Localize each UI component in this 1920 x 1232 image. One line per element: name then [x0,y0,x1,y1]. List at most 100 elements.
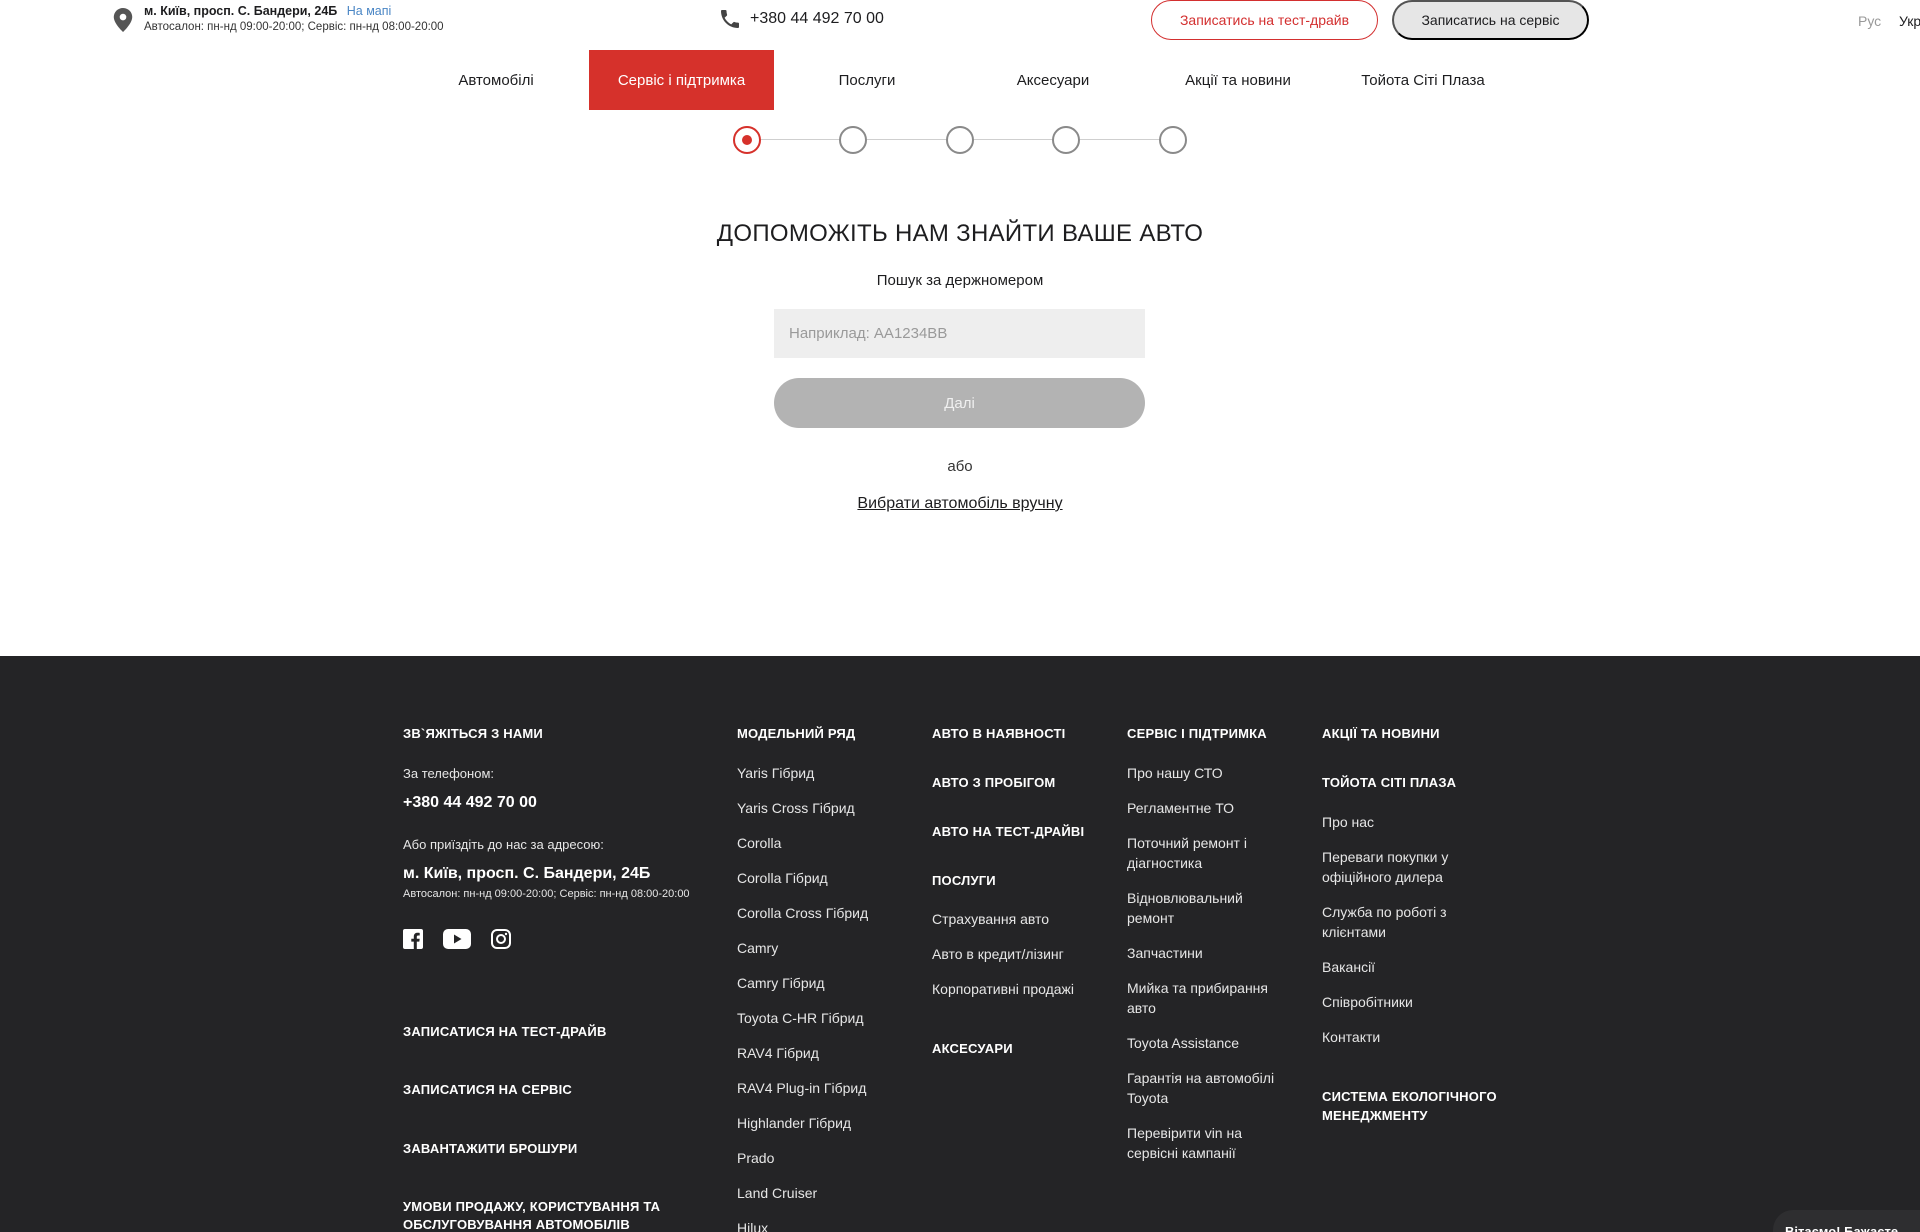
footer-terms-link-line1[interactable]: УМОВИ ПРОДАЖУ, КОРИСТУВАННЯ ТА [403,1199,660,1214]
footer-service-support-title: СЕРВІС І ПІДТРИМКА [1127,726,1267,741]
nav-item-services[interactable]: Послуги [802,50,932,110]
footer-plaza-link[interactable]: Переваги покупки у [1322,847,1448,867]
footer-support-link[interactable]: Поточний ремонт і [1127,833,1247,853]
footer-news-link[interactable]: АКЦІЇ ТА НОВИНИ [1322,726,1440,741]
address-text: м. Київ, просп. С. Бандери, 24Б [144,4,338,18]
footer-address-label: Або приїздіть до нас за адресою: [403,837,604,852]
footer-plaza-link[interactable]: Служба по роботі з [1322,902,1447,922]
footer-testdrive-cars-link[interactable]: АВТО НА ТЕСТ-ДРАЙВІ [932,824,1084,839]
footer-plaza-link[interactable]: Співробітники [1322,992,1413,1012]
footer-model-link[interactable]: Yaris Гібрид [737,763,814,783]
footer-hours: Автосалон: пн-нд 09:00-20:00; Сервіс: пн… [403,888,690,900]
plate-search-label: Пошук за держномером [876,272,1044,289]
plate-number-input[interactable] [774,309,1145,358]
footer-support-link[interactable]: Регламентне ТО [1127,798,1234,818]
footer: ЗВ`ЯЖІТЬСЯ З НАМИ За телефоном: +380 44 … [0,656,1920,1232]
footer-plaza-link[interactable]: Контакти [1322,1027,1380,1047]
footer-model-link[interactable]: RAV4 Гібрид [737,1043,819,1063]
footer-support-link[interactable]: Toyota Assistance [1127,1033,1239,1053]
testdrive-button[interactable]: Записатись на тест-драйв [1151,0,1378,40]
youtube-icon[interactable] [443,929,471,954]
footer-plaza-link[interactable]: клієнтами [1322,922,1386,942]
footer-plaza-link[interactable]: офіційного дилера [1322,867,1443,887]
footer-model-link[interactable]: Hilux [737,1218,768,1232]
manual-select-link[interactable]: Вибрати автомобіль вручну [857,495,1062,512]
footer-service-link[interactable]: ЗАПИСАТИСЯ НА СЕРВІС [403,1082,572,1097]
footer-eco-title-line2[interactable]: МЕНЕДЖМЕНТУ [1322,1108,1428,1123]
footer-support-link[interactable]: сервісні кампанії [1127,1143,1236,1163]
footer-testdrive-link[interactable]: ЗАПИСАТИСЯ НА ТЕСТ-ДРАЙВ [403,1024,607,1039]
phone-icon [721,10,739,28]
footer-service-link[interactable]: Авто в кредит/лізинг [932,944,1064,964]
top-bar: м. Київ, просп. С. Бандери, 24Б На мапі … [0,0,1920,44]
footer-support-link[interactable]: Про нашу СТО [1127,763,1223,783]
footer-phone[interactable]: +380 44 492 70 00 [403,794,537,812]
nav-item-toyota-city-plaza[interactable]: Тойота Сіті Плаза [1355,50,1491,110]
footer-service-link[interactable]: Страхування авто [932,909,1049,929]
footer-model-link[interactable]: Corolla Гібрид [737,868,828,888]
footer-phone-label: За телефоном: [403,766,494,781]
step-2 [839,126,867,154]
footer-support-link[interactable]: Перевірити vin на [1127,1123,1242,1143]
address-line: м. Київ, просп. С. Бандери, 24Б На мапі [144,4,444,18]
step-3 [946,126,974,154]
footer-support-link[interactable]: Запчастини [1127,943,1203,963]
footer-address: м. Київ, просп. С. Бандери, 24Б [403,865,651,882]
footer-support-link[interactable]: Toyota [1127,1088,1168,1108]
service-signup-button[interactable]: Записатись на сервіс [1392,0,1589,40]
footer-model-link[interactable]: Corolla [737,833,781,853]
map-link[interactable]: На мапі [347,4,392,18]
footer-plaza-link[interactable]: Вакансії [1322,957,1375,977]
footer-eco-title-line1[interactable]: СИСТЕМА ЕКОЛОГІЧНОГО [1322,1089,1497,1104]
footer-model-link[interactable]: Toyota C-HR Гібрид [737,1008,864,1028]
address-block: м. Київ, просп. С. Бандери, 24Б На мапі … [113,4,444,33]
next-button[interactable]: Далі [774,378,1145,428]
footer-model-link[interactable]: Camry [737,938,778,958]
footer-services-title[interactable]: ПОСЛУГИ [932,873,996,888]
lang-ru-link[interactable]: Рус [1858,13,1881,29]
footer-plaza-link[interactable]: Про нас [1322,812,1374,832]
lang-ua-link[interactable]: Укр [1899,13,1920,29]
footer-contact-title: ЗВ`ЯЖІТЬСЯ З НАМИ [403,726,543,741]
footer-model-link[interactable]: Camry Гібрид [737,973,825,993]
header-phone-number: +380 44 492 70 00 [750,10,884,27]
footer-model-link[interactable]: Yaris Cross Гібрид [737,798,855,818]
step-4 [1052,126,1080,154]
footer-model-link[interactable]: Highlander Гібрид [737,1113,851,1133]
footer-model-link[interactable]: Corolla Cross Гібрид [737,903,868,923]
footer-model-link[interactable]: Land Cruiser [737,1183,817,1203]
map-pin-icon [113,8,133,32]
footer-in-stock-link[interactable]: АВТО В НАЯВНОСТІ [932,726,1065,741]
footer-support-link[interactable]: Відновлювальний [1127,888,1243,908]
instagram-icon[interactable] [491,929,511,954]
manual-select-wrapper: Вибрати автомобіль вручну [0,495,1920,513]
nav-item-promotions-news[interactable]: Акції та новини [1170,50,1306,110]
footer-accessories-link[interactable]: АКСЕСУАРИ [932,1041,1013,1056]
footer-model-link[interactable]: Prado [737,1148,774,1168]
nav-item-cars[interactable]: Автомобілі [431,50,561,110]
footer-brochures-link[interactable]: ЗАВАНТАЖИТИ БРОШУРИ [403,1141,577,1156]
step-1 [733,126,761,154]
opening-hours: Автосалон: пн-нд 09:00-20:00; Сервіс: пн… [144,21,444,33]
footer-used-cars-link[interactable]: АВТО З ПРОБІГОМ [932,775,1055,790]
footer-models-title: МОДЕЛЬНИЙ РЯД [737,726,856,741]
main-nav: Автомобілі Сервіс і підтримка Послуги Ак… [0,50,1920,110]
progress-stepper [733,125,1187,154]
header-phone[interactable]: +380 44 492 70 00 [718,7,884,31]
or-separator: або [947,458,973,475]
footer-service-link[interactable]: Корпоративні продажі [932,979,1074,999]
chat-widget[interactable]: Вітаємо! Бажаєте [1773,1210,1920,1232]
nav-item-accessories[interactable]: Аксесуари [988,50,1118,110]
footer-support-link[interactable]: Мийка та прибирання [1127,978,1268,998]
footer-terms-link-line2[interactable]: ОБСЛУГОВУВАННЯ АВТОМОБІЛІВ [403,1217,630,1232]
footer-support-link[interactable]: ремонт [1127,908,1174,928]
footer-support-link[interactable]: діагностика [1127,853,1202,873]
nav-item-service-support[interactable]: Сервіс і підтримка [589,50,774,110]
footer-support-link[interactable]: Гарантія на автомобілі [1127,1068,1274,1088]
step-5 [1159,126,1187,154]
footer-plaza-title: ТОЙОТА СІТІ ПЛАЗА [1322,775,1457,790]
page-title: ДОПОМОЖІТЬ НАМ ЗНАЙТИ ВАШЕ АВТО [716,220,1204,247]
facebook-icon[interactable] [403,929,423,954]
footer-model-link[interactable]: RAV4 Plug-in Гібрид [737,1078,866,1098]
footer-support-link[interactable]: авто [1127,998,1156,1018]
